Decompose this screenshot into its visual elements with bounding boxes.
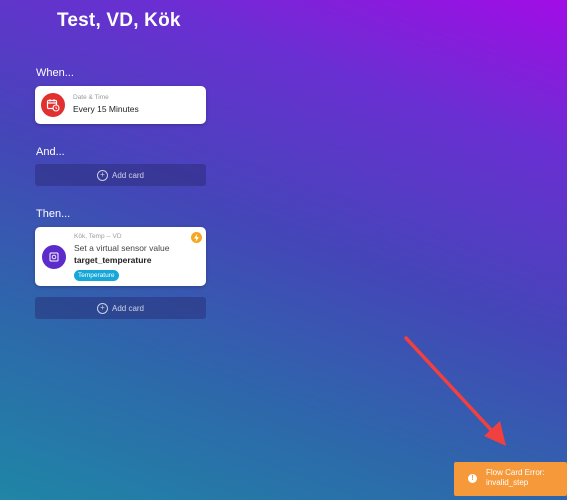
error-toast[interactable]: ! Flow Card Error: invalid_step bbox=[454, 462, 567, 496]
toast-line-1: Flow Card Error: bbox=[486, 468, 545, 477]
info-icon: ! bbox=[468, 474, 477, 483]
red-arrow-icon bbox=[404, 336, 506, 446]
toast-message: Flow Card Error: invalid_step bbox=[486, 468, 545, 488]
toast-line-2: invalid_step bbox=[486, 478, 529, 487]
